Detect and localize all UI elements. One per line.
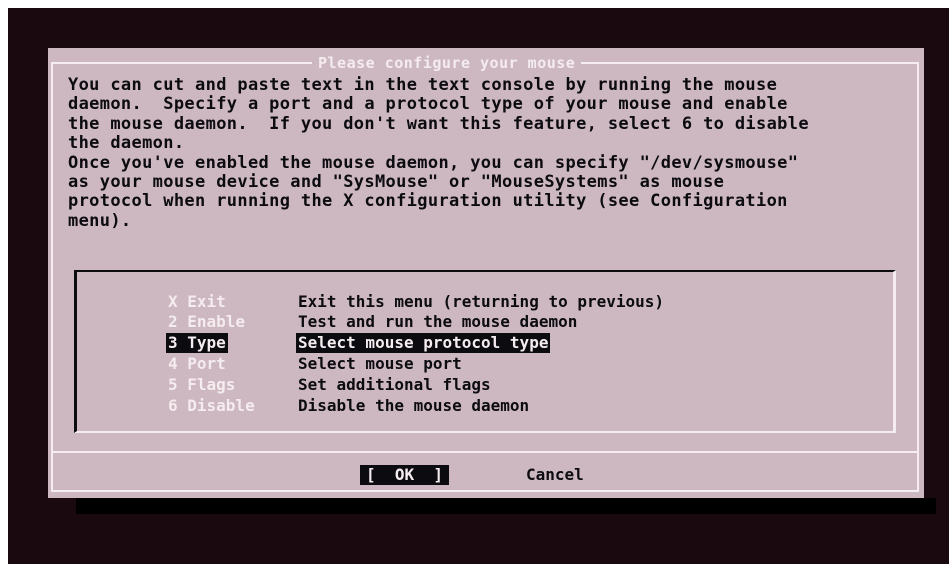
menu-item-tag: X Exit <box>168 292 226 311</box>
menu-item-flags[interactable]: 5 Flags Set additional flags <box>166 375 491 395</box>
dialog-title: Please configure your mouse <box>312 54 582 72</box>
menu-item-description: Set additional flags <box>298 375 491 394</box>
mouse-config-dialog: Please configure your mouse You can cut … <box>48 48 924 498</box>
menu-item-port[interactable]: 4 Port Select mouse port <box>166 354 462 374</box>
menu-item-description: Disable the mouse daemon <box>298 396 530 415</box>
menu-item-description: Select mouse port <box>298 354 462 373</box>
ok-button[interactable]: [ OK ] <box>360 465 450 485</box>
menu-item-disable[interactable]: 6 Disable Disable the mouse daemon <box>166 396 529 416</box>
menu-item-description: Select mouse protocol type <box>296 333 551 353</box>
menu-item-description: Test and run the mouse daemon <box>298 312 578 331</box>
menu-item-enable[interactable]: 2 Enable Test and run the mouse daemon <box>166 312 577 332</box>
menu-item-description: Exit this menu (returning to previous) <box>298 292 665 311</box>
menu-item-tag: 6 Disable <box>168 396 255 415</box>
button-separator <box>51 451 919 453</box>
dialog-shadow <box>76 498 936 514</box>
menu-item-exit[interactable]: X Exit Exit this menu (returning to prev… <box>166 292 664 312</box>
dialog-description: You can cut and paste text in the text c… <box>68 75 809 231</box>
cancel-button[interactable]: Cancel <box>526 465 584 485</box>
menu-item-tag: 5 Flags <box>168 375 236 394</box>
menu-item-tag: 4 Port <box>168 354 226 373</box>
console-screen: Please configure your mouse You can cut … <box>8 8 949 564</box>
menu-item-type[interactable]: 3 Type Select mouse protocol type <box>166 333 551 353</box>
menu-item-tag: 3 Type <box>166 333 228 353</box>
menu-item-tag: 2 Enable <box>168 312 246 331</box>
